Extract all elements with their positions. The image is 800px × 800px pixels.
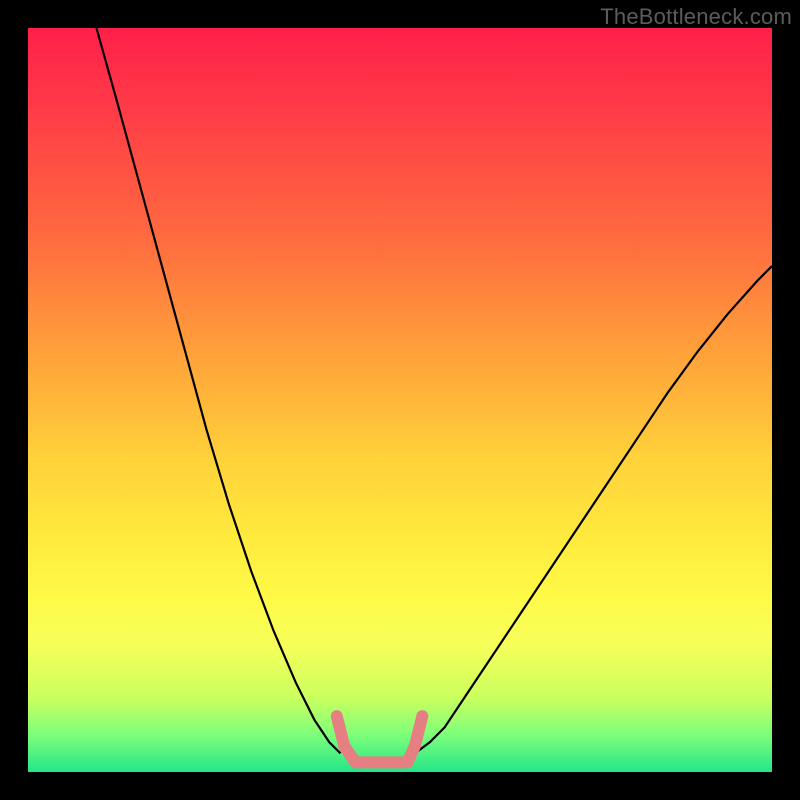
watermark-text: TheBottleneck.com	[600, 4, 792, 30]
plot-area	[28, 28, 772, 772]
left-curve-path	[96, 28, 340, 753]
bottom-accent-path	[337, 716, 423, 762]
chart-frame: TheBottleneck.com	[0, 0, 800, 800]
chart-svg	[28, 28, 772, 772]
right-curve-path	[415, 266, 772, 753]
